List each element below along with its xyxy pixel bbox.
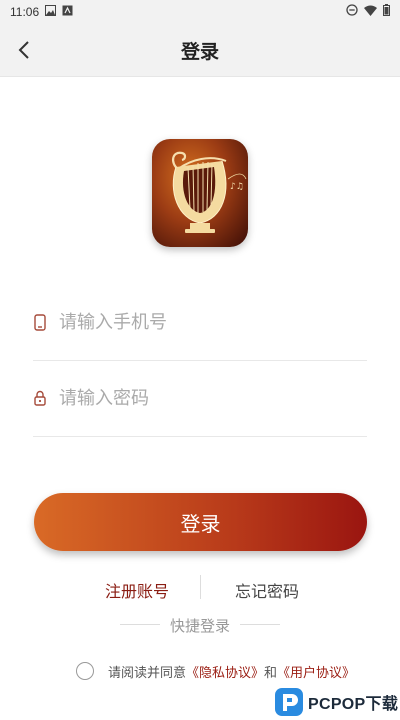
account-links: 注册账号 忘记密码	[0, 575, 400, 601]
phone-field	[33, 284, 367, 361]
agreement-and: 和	[264, 665, 278, 681]
quick-login-label: 快捷登录	[169, 617, 230, 635]
agreement-prefix: 请阅读并同意	[108, 665, 187, 681]
page-title: 登录	[180, 41, 219, 63]
battery-icon	[383, 4, 390, 19]
password-field	[33, 360, 367, 437]
agreement-text: 请阅读并同意《隐私协议》和《用户协议》	[108, 662, 355, 681]
user-agreement-link[interactable]: 《用户协议》	[277, 666, 355, 681]
app-logo: ♪♫	[152, 139, 248, 247]
password-input[interactable]	[59, 387, 339, 409]
watermark-text: PCPOP下载	[308, 696, 399, 713]
pcpop-logo-icon	[275, 688, 303, 716]
phone-input[interactable]	[59, 311, 339, 333]
image-icon	[45, 5, 57, 19]
phone-icon	[33, 313, 47, 331]
login-button[interactable]: 登录	[34, 493, 367, 551]
watermark: PCPOP下载	[275, 684, 400, 720]
quick-login: 快捷登录	[0, 615, 400, 635]
agreement-row: 请阅读并同意《隐私协议》和《用户协议》	[76, 660, 355, 682]
nav-bar: 登录	[0, 24, 400, 77]
lock-icon	[33, 390, 47, 406]
svg-text:♪♫: ♪♫	[230, 182, 244, 192]
register-link[interactable]: 注册账号	[105, 578, 169, 602]
link-divider	[200, 575, 201, 599]
status-bar: 11:06	[0, 0, 400, 24]
dnd-icon	[346, 4, 358, 19]
quick-login-line-right	[240, 624, 280, 625]
android-icon	[62, 5, 73, 19]
status-time: 11:06	[10, 5, 40, 19]
privacy-policy-link[interactable]: 《隐私协议》	[186, 666, 264, 681]
forgot-password-link[interactable]: 忘记密码	[235, 578, 299, 602]
harp-logo: ♪♫	[172, 151, 247, 233]
wifi-icon	[364, 5, 377, 19]
agreement-checkbox[interactable]	[76, 662, 94, 680]
